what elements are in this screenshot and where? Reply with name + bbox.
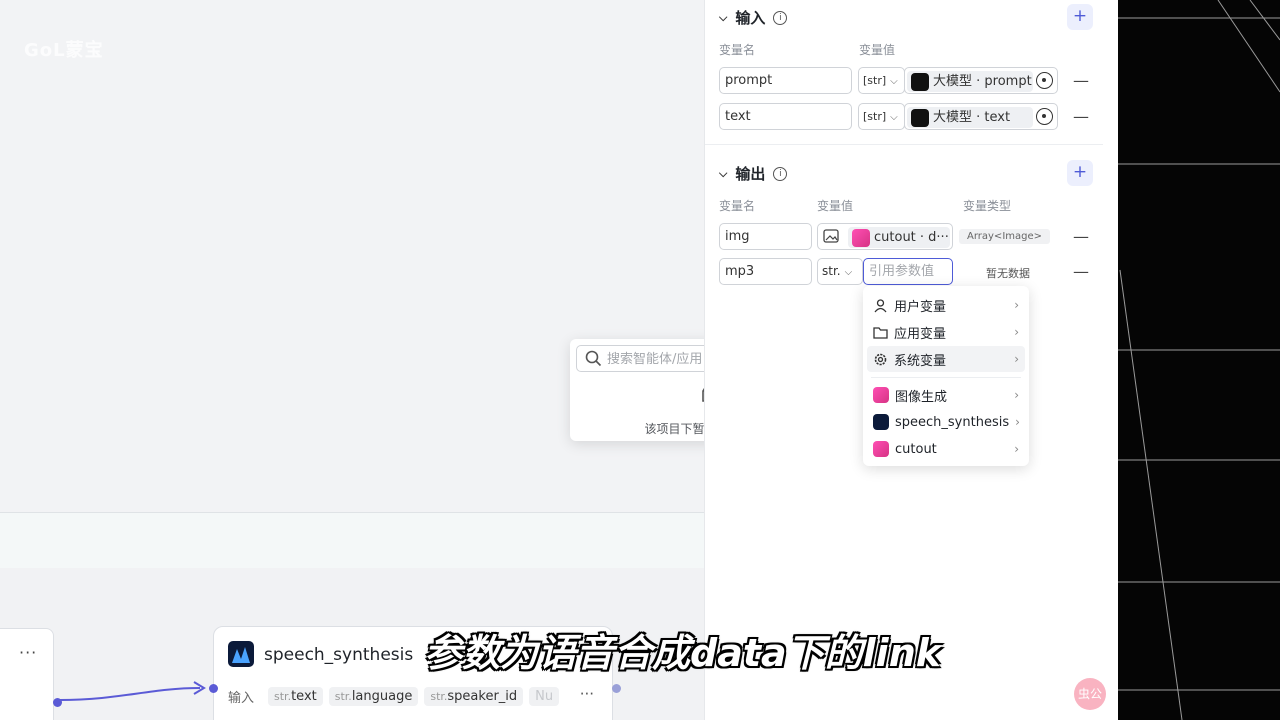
chevron-down-icon[interactable]: ⌵: [719, 11, 727, 25]
input-section-header[interactable]: ⌵ 输入 i: [719, 7, 788, 28]
user-icon: [874, 298, 887, 312]
grid-lines: [1118, 0, 1280, 720]
cutout-icon: [873, 441, 889, 457]
section-divider: [705, 144, 1103, 145]
chevron-down-icon[interactable]: ⌵: [719, 167, 727, 181]
variable-type-badge: Array<Image>: [959, 229, 1051, 244]
canvas-band: [0, 512, 704, 568]
node-title: speech_synthesis: [264, 645, 414, 665]
menu-item-image-generation[interactable]: 图像生成 ›: [867, 382, 1025, 408]
folder-icon: [873, 326, 888, 339]
remove-row-button[interactable]: —: [1073, 227, 1089, 246]
section-title: 输入: [735, 9, 766, 27]
watermark: GoL蒙宝: [24, 40, 104, 61]
info-icon[interactable]: i: [773, 166, 788, 181]
variable-name-field[interactable]: img: [719, 223, 812, 250]
remove-row-button[interactable]: —: [1073, 71, 1089, 90]
variable-type-empty: 暂无数据: [986, 267, 1030, 280]
param-tag: str.speaker_id: [424, 687, 524, 706]
chevron-down-icon: ⌵: [844, 267, 853, 278]
gear-icon: [874, 353, 887, 365]
variable-value-field[interactable]: cutout · d···: [817, 223, 953, 250]
menu-item-system-variables[interactable]: 系统变量 ›: [867, 346, 1025, 372]
input-port[interactable]: [209, 684, 218, 693]
variable-name-field[interactable]: text: [719, 103, 852, 130]
menu-item-app-variables[interactable]: 应用变量 ›: [867, 319, 1025, 345]
speech-synthesis-icon: [873, 414, 889, 430]
remove-row-button[interactable]: —: [1073, 107, 1089, 126]
menu-item-speech-synthesis[interactable]: speech_synthesis ›: [867, 409, 1025, 435]
llm-icon: [911, 72, 929, 91]
type-select[interactable]: [str] ⌵: [858, 103, 905, 130]
type-select[interactable]: str. ⌵: [817, 258, 863, 285]
speech-synthesis-icon: [228, 641, 254, 667]
column-label: 变量值: [817, 199, 854, 213]
variable-name-field[interactable]: mp3: [719, 258, 812, 285]
reference-pill: 大模型 · text: [907, 107, 1033, 128]
variable-source-menu: 用户变量 › 应用变量 › 系统变量 › 图像生成 › speech_synthesis…: [863, 286, 1029, 466]
section-title: 输出: [735, 165, 766, 183]
add-input-button[interactable]: +: [1067, 4, 1093, 30]
reference-value-field[interactable]: 引用参数值: [863, 258, 953, 285]
previous-node[interactable]: ···: [0, 628, 54, 720]
image-gen-icon: [873, 387, 889, 403]
column-label: 变量类型: [963, 199, 1012, 213]
input-label: 输入: [228, 691, 255, 706]
node-input-row: 输入 str.text str.language str.speaker_id …: [228, 687, 560, 706]
menu-item-user-variables[interactable]: 用户变量 ›: [867, 292, 1025, 318]
more-icon[interactable]: ···: [580, 685, 594, 703]
image-icon: [823, 229, 839, 243]
remove-row-button[interactable]: —: [1073, 262, 1089, 281]
chevron-right-icon: ›: [1014, 298, 1019, 312]
reference-pill: cutout · d···: [848, 227, 950, 248]
chevron-down-icon: ⌵: [890, 76, 898, 87]
chevron-right-icon: ›: [1014, 442, 1019, 456]
chevron-right-icon: ›: [1015, 415, 1020, 429]
column-label: 变量名: [719, 43, 756, 57]
reference-pill: 大模型 · prompt: [907, 71, 1033, 92]
output-section-header[interactable]: ⌵ 输出 i: [719, 163, 788, 184]
chevron-down-icon: ⌵: [890, 112, 898, 123]
variable-value-field[interactable]: 大模型 · text: [904, 103, 1058, 130]
variable-name-field[interactable]: prompt: [719, 67, 852, 94]
info-icon[interactable]: i: [773, 10, 788, 25]
llm-icon: [911, 108, 929, 127]
video-subtitle: 参数为语音合成data下的link: [424, 631, 942, 675]
variable-value-field[interactable]: 大模型 · prompt: [904, 67, 1058, 94]
param-tag: str.language: [328, 687, 419, 706]
target-icon[interactable]: [1036, 72, 1053, 89]
menu-divider: [871, 377, 1021, 378]
more-icon[interactable]: ···: [19, 643, 37, 662]
chevron-right-icon: ›: [1014, 325, 1019, 339]
chevron-right-icon: ›: [1014, 388, 1019, 402]
search-icon: [585, 350, 602, 367]
cutout-icon: [852, 228, 870, 247]
column-label: 变量值: [859, 43, 896, 57]
chevron-right-icon: ›: [1014, 352, 1019, 366]
target-icon[interactable]: [1036, 108, 1053, 125]
param-tag: str.text: [268, 687, 323, 706]
channel-logo: 虫公: [1074, 678, 1106, 710]
connection-edge: [60, 681, 206, 701]
video-background: [1118, 0, 1280, 720]
param-tag: Nu: [529, 687, 560, 706]
type-select[interactable]: [str] ⌵: [858, 67, 905, 94]
menu-item-cutout[interactable]: cutout ›: [867, 436, 1025, 462]
add-output-button[interactable]: +: [1067, 160, 1093, 186]
column-label: 变量名: [719, 199, 756, 213]
output-port[interactable]: [612, 684, 621, 693]
